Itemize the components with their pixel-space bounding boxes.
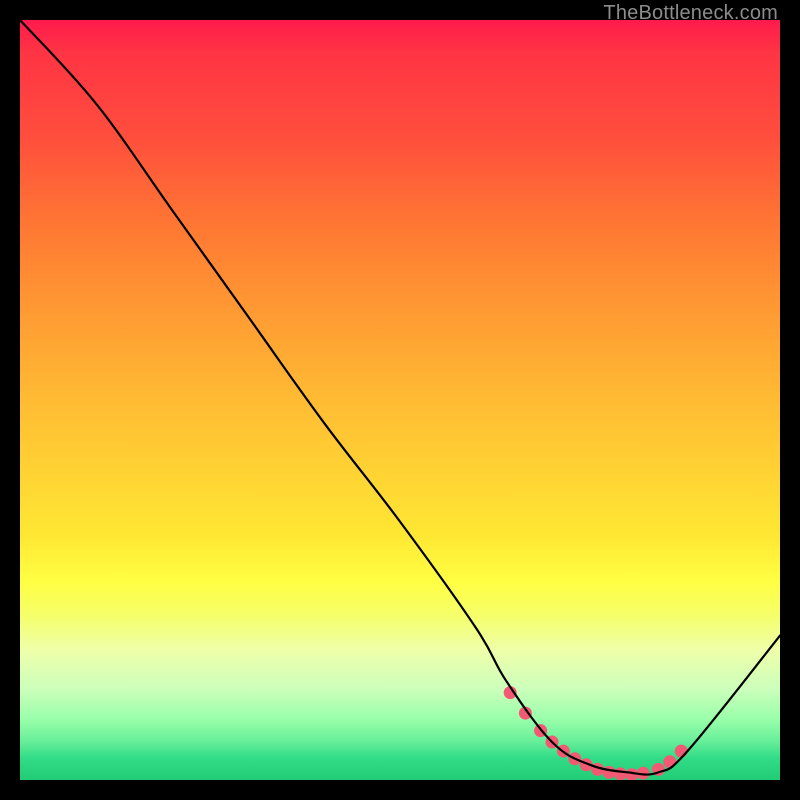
optimum-marker bbox=[603, 766, 616, 779]
chart-frame: TheBottleneck.com bbox=[0, 0, 800, 800]
plot-area bbox=[20, 20, 780, 780]
optimum-marker bbox=[614, 767, 627, 780]
optimum-marker bbox=[675, 745, 688, 758]
chart-svg bbox=[20, 20, 780, 780]
bottleneck-curve bbox=[20, 20, 780, 775]
